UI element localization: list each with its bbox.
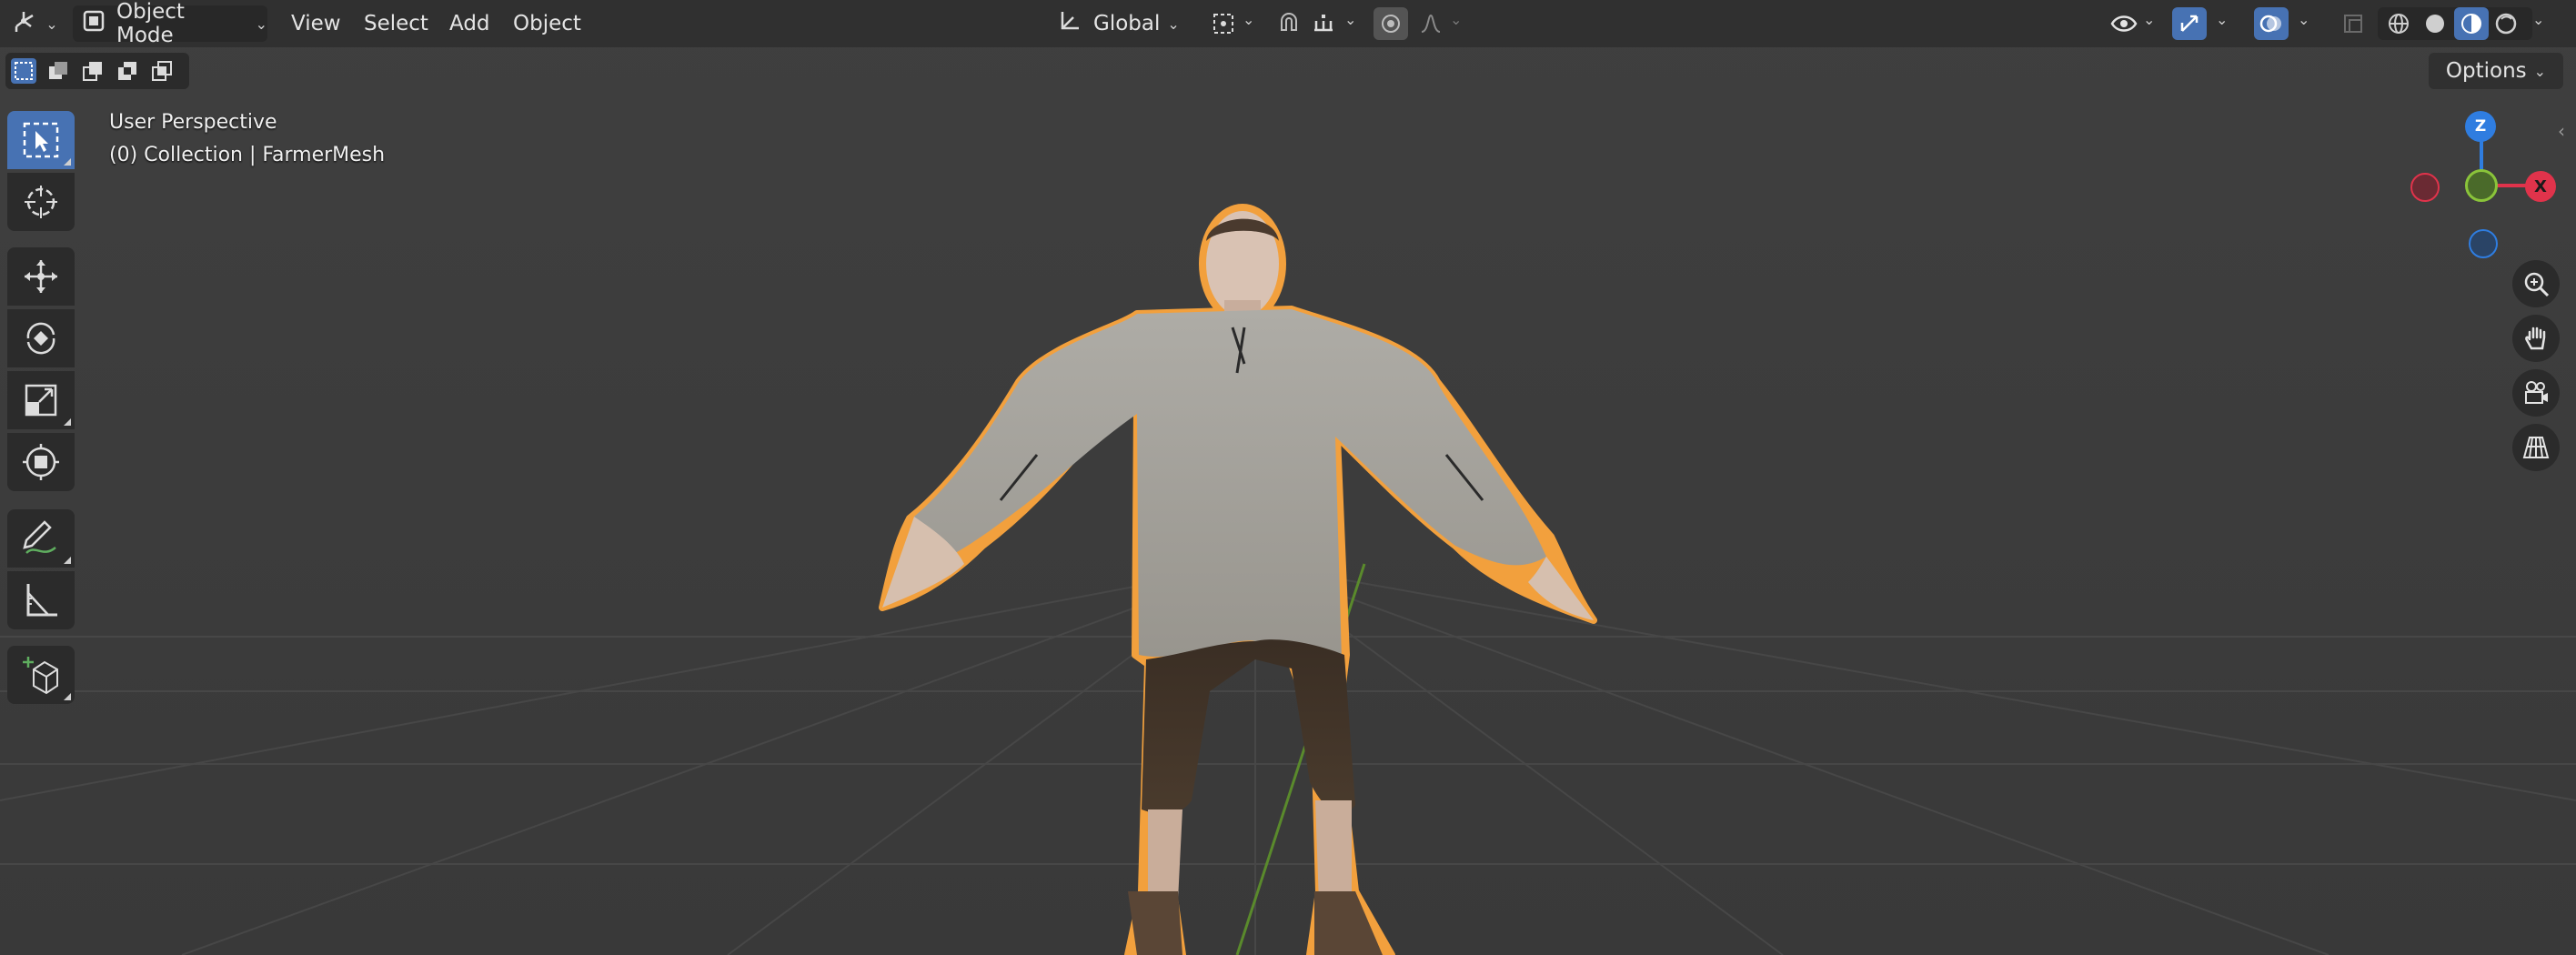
chevron-down-icon[interactable]: ⌄ (1243, 11, 1254, 28)
perspective-label: User Perspective (109, 111, 277, 134)
options-dropdown[interactable]: Options ⌄ (2429, 53, 2563, 89)
wireframe-shading-icon[interactable] (2381, 7, 2416, 40)
falloff-curve-icon[interactable] (1414, 7, 1448, 40)
transform-icon (23, 444, 59, 480)
rendered-shading-icon[interactable] (2489, 7, 2523, 40)
material-preview-shading-icon[interactable] (2454, 7, 2489, 40)
pan-hand-icon[interactable] (2512, 315, 2560, 362)
move-icon (25, 260, 57, 293)
eye-icon[interactable] (2107, 7, 2141, 40)
chevron-down-icon[interactable]: ⌄ (2216, 11, 2228, 28)
tool-annotate[interactable] (7, 509, 75, 568)
orientation-label: Global (1093, 12, 1161, 35)
tool-select-box[interactable] (7, 111, 75, 169)
select-box-icon (23, 122, 59, 158)
chevron-down-icon[interactable]: ⌄ (2298, 11, 2309, 28)
select-extend-icon[interactable] (45, 58, 71, 84)
3d-viewport[interactable] (0, 0, 2576, 955)
chevron-down-icon[interactable]: ⌄ (1344, 11, 1356, 28)
gizmo-icon[interactable] (2172, 7, 2207, 40)
snap-increment-icon[interactable] (1306, 7, 1341, 40)
chevron-down-icon[interactable]: ⌄ (2532, 11, 2544, 28)
select-subtract-icon[interactable] (80, 58, 106, 84)
pivot-point-icon[interactable] (1206, 7, 1241, 40)
zoom-icon[interactable] (2512, 260, 2560, 307)
chevron-down-icon: ⌄ (1167, 15, 1180, 33)
tool-measure[interactable] (7, 571, 75, 629)
chevron-left-icon[interactable]: ‹ (2558, 120, 2565, 142)
editor-type-button[interactable]: ⌄ (7, 5, 62, 42)
chevron-down-icon: ⌄ (45, 15, 58, 33)
3d-viewport-icon (11, 8, 38, 39)
measure-icon (26, 584, 57, 617)
camera-icon[interactable] (2512, 369, 2560, 417)
solid-shading-icon[interactable] (2418, 7, 2452, 40)
menu-select[interactable]: Select (364, 5, 428, 42)
neg-x-axis-button[interactable] (2410, 173, 2440, 202)
select-set-icon[interactable] (11, 58, 36, 84)
add-cube-icon (23, 657, 58, 695)
viewport-header: ⌄ Object Mode ⌄ View Select Add Object G… (0, 0, 2576, 47)
mode-selector[interactable]: Object Mode ⌄ (73, 0, 267, 47)
chevron-down-icon[interactable]: ⌄ (1450, 11, 1462, 28)
menu-add[interactable]: Add (449, 5, 490, 42)
navigation-gizmo[interactable]: Z X (2392, 107, 2574, 271)
cursor-icon (25, 186, 57, 218)
collection-label: (0) Collection | FarmerMesh (109, 144, 386, 166)
mode-label: Object Mode (116, 0, 185, 47)
chevron-down-icon: ⌄ (255, 15, 267, 33)
x-axis-button[interactable]: X (2525, 171, 2556, 202)
scale-icon (25, 384, 57, 417)
overlay-icon[interactable] (2254, 7, 2289, 40)
xray-icon[interactable] (2336, 7, 2370, 40)
y-axis-button[interactable] (2465, 169, 2498, 202)
tool-add-cube[interactable] (7, 646, 75, 704)
selection-mode-group (5, 53, 189, 89)
tool-scale[interactable] (7, 371, 75, 429)
ortho-grid-icon[interactable] (2512, 424, 2560, 471)
select-difference-icon[interactable] (115, 58, 140, 84)
neg-z-axis-button[interactable] (2469, 229, 2498, 258)
menu-object[interactable]: Object (513, 5, 581, 42)
options-label: Options (2445, 59, 2527, 83)
menu-view[interactable]: View (291, 5, 341, 42)
tool-move[interactable] (7, 247, 75, 306)
annotate-icon (23, 520, 56, 554)
object-mode-icon (82, 9, 106, 38)
z-axis-button[interactable]: Z (2465, 111, 2496, 142)
tool-transform[interactable] (7, 433, 75, 491)
tool-cursor[interactable] (7, 173, 75, 231)
snap-magnet-icon[interactable] (1272, 7, 1306, 40)
tool-rotate[interactable] (7, 309, 75, 367)
orientation-icon (1057, 8, 1082, 39)
rotate-icon (26, 322, 55, 355)
transform-orientation-selector[interactable]: Global ⌄ (1057, 5, 1192, 42)
select-intersect-icon[interactable] (149, 58, 175, 84)
chevron-down-icon[interactable]: ⌄ (2143, 11, 2155, 28)
proportional-edit-icon[interactable] (1374, 7, 1408, 40)
chevron-down-icon: ⌄ (2533, 62, 2547, 80)
